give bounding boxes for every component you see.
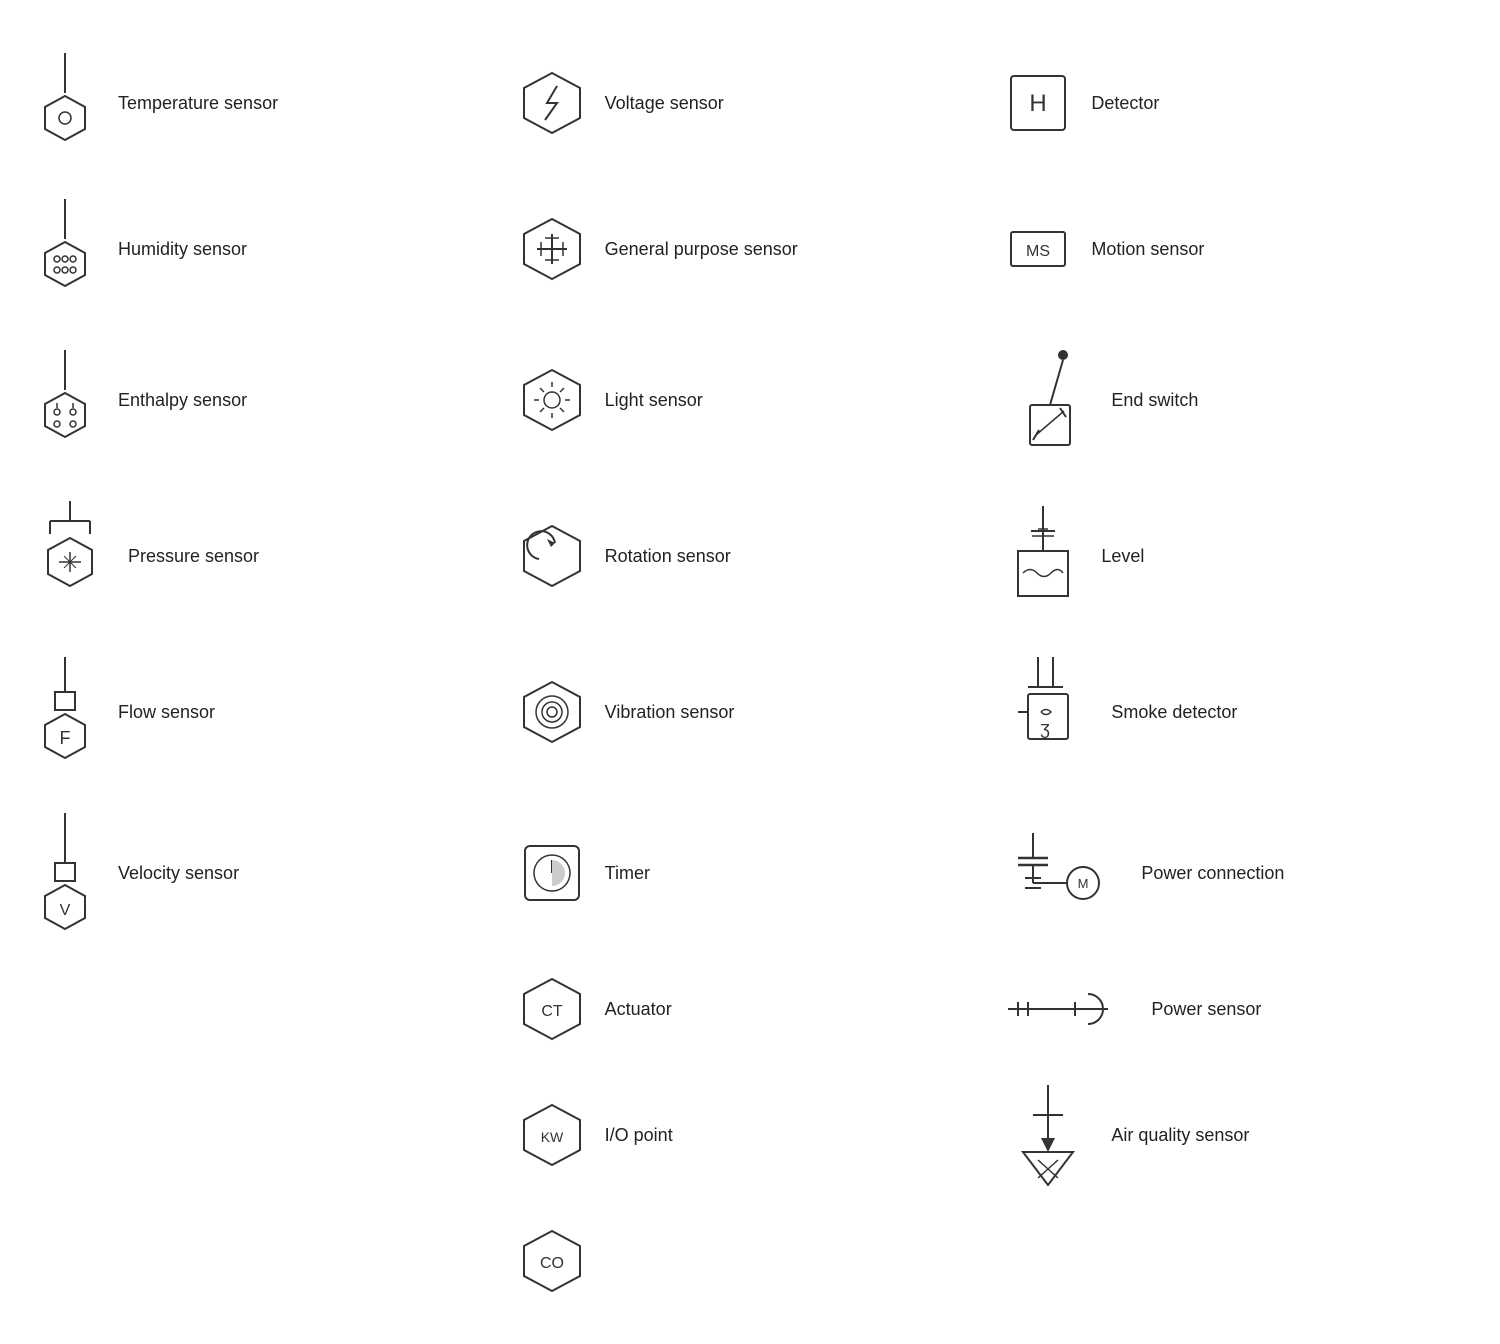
item-rotation-sensor: Rotation sensor xyxy=(507,478,994,634)
label-rotation-sensor: Rotation sensor xyxy=(605,546,731,567)
label-vibration-sensor: Vibration sensor xyxy=(605,702,735,723)
symbol-temperature-sensor xyxy=(30,48,100,158)
symbol-current-sensor: CT xyxy=(517,974,587,1044)
label-velocity-sensor: Velocity sensor xyxy=(118,863,239,884)
symbol-velocity-sensor: V xyxy=(30,808,100,938)
label-humidity-sensor: Humidity sensor xyxy=(118,239,247,260)
symbol-voltage-sensor xyxy=(517,68,587,138)
label-power-sensor: I/O point xyxy=(605,1125,673,1146)
item-air-quality-sensor: CO xyxy=(507,1208,994,1314)
label-enthalpy-sensor: Enthalpy sensor xyxy=(118,390,247,411)
item-motion-sensor: MS Motion sensor xyxy=(993,176,1480,322)
label-pressure-sensor: Pressure sensor xyxy=(128,546,259,567)
label-smoke-detector: Smoke detector xyxy=(1111,702,1237,723)
label-io-point: Air quality sensor xyxy=(1111,1125,1249,1146)
symbol-general-purpose-sensor xyxy=(517,214,587,284)
label-temperature-sensor: Temperature sensor xyxy=(118,93,278,114)
symbol-flow-sensor: F xyxy=(30,652,100,772)
symbol-enthalpy-sensor xyxy=(30,345,100,455)
label-voltage-sensor: Voltage sensor xyxy=(605,93,724,114)
item-detector: H Detector xyxy=(993,30,1480,176)
item-flow-sensor: F Flow sensor xyxy=(20,634,507,790)
item-level: Level xyxy=(993,478,1480,634)
symbol-smoke-detector: ʒ xyxy=(1003,652,1093,772)
label-detector: Detector xyxy=(1091,93,1159,114)
item-velocity-sensor: V Velocity sensor xyxy=(20,790,507,956)
svg-text:F: F xyxy=(60,728,71,748)
symbol-io-point xyxy=(1003,1080,1093,1190)
symbol-air-quality-sensor: CO xyxy=(517,1226,587,1296)
item-general-purpose-sensor: General purpose sensor xyxy=(507,176,994,322)
symbol-grid: Temperature sensor Voltage sensor H Dete… xyxy=(20,30,1480,1314)
symbol-pressure-sensor xyxy=(30,496,110,616)
svg-text:H: H xyxy=(1030,90,1047,117)
symbol-end-switch xyxy=(1003,340,1093,460)
label-general-purpose-sensor: General purpose sensor xyxy=(605,239,798,260)
symbol-rotation-sensor xyxy=(517,521,587,591)
symbol-timer xyxy=(517,838,587,908)
item-enthalpy-sensor: Enthalpy sensor xyxy=(20,322,507,478)
svg-text:CO: CO xyxy=(540,1255,564,1272)
symbol-power-connection: M xyxy=(1003,823,1123,923)
item-voltage-sensor: Voltage sensor xyxy=(507,30,994,176)
svg-text:CT: CT xyxy=(541,1003,563,1020)
item-smoke-detector: ʒ Smoke detector xyxy=(993,634,1480,790)
item-power-sensor: KW I/O point xyxy=(507,1062,994,1208)
symbol-motion-sensor: MS xyxy=(1003,214,1073,284)
symbol-actuator xyxy=(1003,974,1133,1044)
item-light-sensor: Light sensor xyxy=(507,322,994,478)
label-flow-sensor: Flow sensor xyxy=(118,702,215,723)
item-power-connection: M Power connection xyxy=(993,790,1480,956)
label-actuator: Power sensor xyxy=(1151,999,1261,1020)
svg-text:V: V xyxy=(60,902,71,919)
item-io-point: Air quality sensor xyxy=(993,1062,1480,1208)
item-pressure-sensor: Pressure sensor xyxy=(20,478,507,634)
item-timer: Timer xyxy=(507,790,994,956)
symbol-level xyxy=(1003,501,1083,611)
label-power-connection: Power connection xyxy=(1141,863,1284,884)
label-timer: Timer xyxy=(605,863,650,884)
item-actuator: Power sensor xyxy=(993,956,1480,1062)
label-motion-sensor: Motion sensor xyxy=(1091,239,1204,260)
symbol-vibration-sensor xyxy=(517,677,587,747)
item-end-switch: End switch xyxy=(993,322,1480,478)
symbol-power-sensor: KW xyxy=(517,1100,587,1170)
label-current-sensor: Actuator xyxy=(605,999,672,1020)
label-level: Level xyxy=(1101,546,1144,567)
item-vibration-sensor: Vibration sensor xyxy=(507,634,994,790)
item-temperature-sensor: Temperature sensor xyxy=(20,30,507,176)
item-current-sensor: CT Actuator xyxy=(507,956,994,1062)
symbol-light-sensor xyxy=(517,365,587,435)
label-light-sensor: Light sensor xyxy=(605,390,703,411)
item-humidity-sensor: Humidity sensor xyxy=(20,176,507,322)
svg-text:MS: MS xyxy=(1026,243,1050,260)
symbol-detector: H xyxy=(1003,68,1073,138)
svg-text:M: M xyxy=(1078,876,1089,891)
svg-text:ʒ: ʒ xyxy=(1040,718,1050,738)
symbol-humidity-sensor xyxy=(30,194,100,304)
label-end-switch: End switch xyxy=(1111,390,1198,411)
